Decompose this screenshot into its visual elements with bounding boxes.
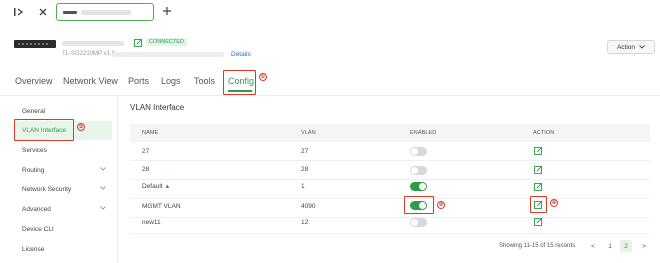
cell-name: new11: [142, 219, 161, 226]
action-label: Action: [616, 43, 636, 51]
edit-icon[interactable]: [534, 182, 543, 191]
cell-vlan: 12: [301, 219, 309, 226]
panel-title: VLAN Interface: [130, 103, 185, 112]
table-row: [130, 142, 650, 161]
tab-network-view[interactable]: Network View: [63, 76, 118, 86]
sidebar-item-services[interactable]: Services: [22, 147, 47, 154]
tab-ports[interactable]: Ports: [128, 76, 149, 86]
cell-name: 28: [142, 166, 150, 173]
page-1-button[interactable]: 1: [604, 240, 616, 252]
details-link[interactable]: Details: [231, 51, 251, 58]
cell-name: MGMT VLAN: [142, 203, 181, 210]
page-2-button[interactable]: 2: [620, 240, 632, 252]
prev-page-button[interactable]: <: [587, 240, 599, 252]
device-tab[interactable]: [56, 3, 154, 21]
action-dropdown[interactable]: Action: [607, 40, 655, 54]
annotation-badge-1: ①: [259, 73, 267, 81]
annotation-box-config: [223, 70, 256, 95]
cell-name: Default ▲: [142, 183, 170, 190]
redacted-device-name: [62, 41, 124, 46]
sidebar-item-general[interactable]: General: [22, 108, 45, 115]
enabled-toggle[interactable]: [410, 182, 427, 191]
cell-vlan: 1: [301, 183, 305, 190]
sidebar-item-license[interactable]: License: [22, 246, 44, 253]
enabled-toggle[interactable]: [410, 166, 427, 175]
sidebar-item-advanced[interactable]: Advanced: [22, 206, 51, 213]
sidebar-item-device-cli[interactable]: Device CLI: [22, 226, 54, 233]
annotation-box-toggle: [404, 196, 434, 214]
annotation-box-edit: [530, 196, 547, 213]
annotation-badge-4: ④: [550, 199, 558, 207]
cell-name-text: Default: [142, 183, 163, 190]
close-icon[interactable]: [36, 5, 50, 19]
device-thumbnail-icon: [63, 11, 77, 14]
add-tab-button[interactable]: [160, 5, 174, 19]
chevron-down-icon: [100, 167, 106, 173]
tab-overview[interactable]: Overview: [15, 76, 53, 86]
default-marker-icon: ▲: [164, 184, 171, 190]
redacted-device-info: [112, 52, 224, 57]
device-model: TL-SG2210MP v1.0: [62, 51, 115, 57]
table-row: [130, 161, 650, 180]
chevron-down-icon: [100, 186, 106, 192]
column-header-vlan: VLAN: [301, 130, 316, 136]
pagination-summary: Showing 11-15 of 15 records: [499, 243, 576, 249]
table-header: [130, 124, 650, 142]
sidebar-item-routing[interactable]: Routing: [22, 167, 44, 174]
tab-tools[interactable]: Tools: [194, 76, 215, 86]
column-header-action: ACTION: [533, 130, 555, 136]
status-badge: CONNECTED: [146, 38, 187, 46]
table-row: [130, 215, 650, 234]
annotation-box-vlan-interface: [14, 119, 74, 141]
enabled-toggle[interactable]: [410, 218, 427, 227]
cell-vlan: 4090: [301, 203, 316, 210]
chevron-down-icon: [639, 44, 645, 51]
table-row: [130, 180, 650, 199]
cell-name: 27: [142, 148, 150, 155]
redacted-device-name: [81, 10, 131, 15]
sidebar-collapse-icon[interactable]: [12, 5, 26, 19]
edit-icon[interactable]: [534, 217, 543, 226]
switch-device-image: [14, 40, 56, 48]
column-header-enabled: ENABLED: [410, 130, 437, 136]
sidebar-item-network-security[interactable]: Network Security: [22, 186, 71, 193]
annotation-badge-2: ②: [77, 123, 85, 131]
annotation-badge-3: ③: [437, 201, 445, 209]
edit-icon[interactable]: [534, 165, 543, 174]
column-header-name: NAME: [142, 130, 159, 136]
edit-name-icon[interactable]: [134, 38, 143, 47]
enabled-toggle[interactable]: [410, 147, 427, 156]
next-page-button[interactable]: >: [638, 240, 650, 252]
edit-icon[interactable]: [534, 146, 543, 155]
chevron-down-icon: [100, 206, 106, 212]
cell-vlan: 28: [301, 166, 309, 173]
cell-vlan: 27: [301, 148, 309, 155]
tab-logs[interactable]: Logs: [161, 76, 181, 86]
